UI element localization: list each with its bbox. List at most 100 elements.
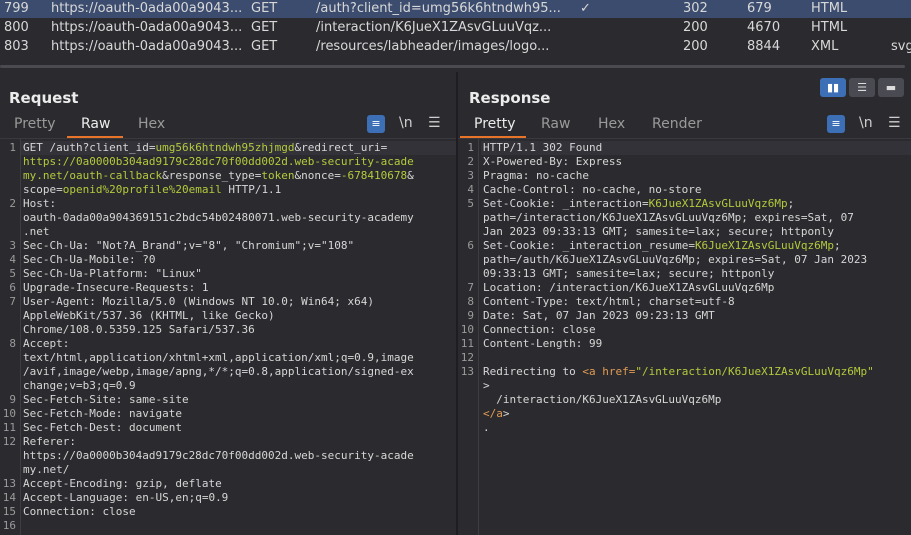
code-line: path=/interaction/K6JueX1ZAsvGLuuVqz6Mp;… [483, 211, 854, 225]
code-token: Set-Cookie: [483, 197, 563, 210]
tab-pretty[interactable]: Pretty [474, 116, 516, 132]
code-token: Sec-Fetch-Mode: [23, 407, 129, 420]
line-number: 2 [9, 197, 16, 210]
code-token: no-cache [535, 169, 589, 182]
row-host: https://oauth-0ada00a9043... [51, 1, 243, 16]
newline-toggle[interactable]: \n [399, 115, 413, 131]
code-token: Chrome/108.0.5359.125 Safari/537.36 [23, 323, 255, 336]
tab-render[interactable]: Render [652, 116, 702, 132]
line-number: 9 [467, 309, 474, 322]
code-token: Pragma: [483, 169, 536, 182]
code-token: /interaction/K6JueX1ZAsvGLuuVqz6Mp [549, 281, 775, 294]
code-token: Connection: [483, 323, 563, 336]
wrap-icon[interactable]: ≡ [827, 115, 845, 133]
code-token: en-US,en;q=0.9 [135, 491, 229, 504]
code-line: X-Powered-By: Express [483, 155, 622, 169]
line-number: 5 [9, 267, 16, 280]
code-line: .net [23, 225, 50, 239]
code-token: 09:33:13 GMT; samesite=lax; secure; http… [483, 267, 775, 280]
code-line: Accept: [23, 337, 69, 351]
newline-toggle[interactable]: \n [859, 115, 873, 131]
code-line: oauth-0ada00a904369151c2bdc54b02480071.w… [23, 211, 414, 225]
line-number: 11 [2, 421, 16, 434]
code-token: "/interaction/K6JueX1ZAsvGLuuVqz6Mp" [635, 365, 874, 378]
table-horizontal-scrollbar[interactable] [0, 63, 911, 70]
code-token: navigate [128, 407, 182, 420]
row-status: 200 [683, 20, 708, 35]
code-token: Cache-Control: [483, 183, 583, 196]
code-line: Set-Cookie: _interaction_resume=K6JueX1Z… [483, 239, 841, 253]
code-token: ; [787, 197, 795, 210]
tab-hex[interactable]: Hex [598, 116, 625, 132]
line-number: 16 [2, 519, 16, 532]
row-method: GET [251, 20, 278, 35]
request-editor[interactable]: 1 GET /auth?client_id=umg56k6htndwh95zhjm… [0, 139, 456, 535]
code-line: AppleWebKit/537.36 (KHTML, like Gecko) [23, 309, 275, 323]
code-token: href= [602, 365, 636, 378]
line-number: 4 [9, 253, 16, 266]
code-line: text/html,application/xhtml+xml,applicat… [23, 351, 414, 365]
table-row[interactable]: 799 https://oauth-0ada00a9043... GET /au… [0, 0, 911, 18]
code-line: Referer: [23, 435, 76, 449]
row-extension: svg [891, 39, 911, 54]
menu-icon[interactable]: ☰ [888, 115, 901, 131]
code-line: Accept-Language: en-US,en;q=0.9 [23, 491, 228, 505]
request-pane: Request Pretty Raw Hex ≡ \n ☰ 1 GET /auth… [0, 72, 456, 535]
code-token: ?0 [142, 253, 156, 266]
code-token: ; [834, 239, 841, 252]
row-status: 200 [683, 39, 708, 54]
code-line: Sec-Fetch-Dest: document [23, 421, 182, 435]
line-number: 8 [9, 337, 16, 350]
code-line: my.net/oauth-callback&response_type=toke… [23, 169, 414, 183]
code-line: Sec-Fetch-Site: same-site [23, 393, 189, 407]
code-line: Date: Sat, 07 Jan 2023 09:23:13 GMT [483, 309, 715, 323]
code-token: .net [23, 225, 50, 238]
code-line: 09:33:13 GMT; samesite=lax; secure; http… [483, 267, 774, 281]
code-token: Accept-Encoding: [23, 477, 136, 490]
code-line: Connection: close [483, 323, 596, 337]
tab-raw[interactable]: Raw [81, 116, 110, 132]
table-row[interactable]: 803 https://oauth-0ada00a9043... GET /re… [0, 38, 911, 56]
code-token: . [483, 421, 490, 434]
row-length: 8844 [747, 39, 781, 54]
table-row[interactable]: 800 https://oauth-0ada00a9043... GET /in… [0, 19, 911, 37]
code-token: </a [483, 407, 503, 420]
code-token: close [562, 323, 596, 336]
code-line: /avif,image/webp,image/apng,*/*;q=0.8,ap… [23, 365, 414, 379]
line-number: 8 [467, 295, 474, 308]
row-number: 803 [4, 39, 29, 54]
code-token: Content-Length: [483, 337, 589, 350]
code-token: my.net/ [23, 463, 70, 476]
code-token: K6JueX1ZAsvGLuuVqz6Mp [694, 239, 835, 252]
code-token: https://0a0000b304ad9179c28dc70f00dd002d… [23, 449, 414, 462]
split-horizontal-icon[interactable]: ☰ [849, 78, 875, 97]
code-token: 1 [201, 281, 209, 294]
tab-raw[interactable]: Raw [541, 116, 570, 132]
code-token: Date: [483, 309, 523, 322]
code-line: Content-Length: 99 [483, 337, 602, 351]
code-token: Accept: [23, 337, 70, 350]
code-line: Chrome/108.0.5359.125 Safari/537.36 [23, 323, 255, 337]
row-url: /resources/labheader/images/logo... [316, 39, 550, 54]
row-mime: HTML [811, 20, 848, 35]
tab-pretty[interactable]: Pretty [14, 116, 56, 132]
code-token: _interaction= [562, 197, 649, 210]
tab-hex[interactable]: Hex [138, 116, 165, 132]
menu-icon[interactable]: ☰ [428, 115, 441, 131]
single-pane-icon[interactable]: ▬ [878, 78, 904, 97]
line-number: 7 [9, 295, 16, 308]
response-editor[interactable]: 1 HTTP/1.1 302 Found 2 X-Powered-By: Expres… [458, 139, 911, 535]
code-line: GET /auth?client_id=umg56k6htndwh95zhjmg… [23, 141, 387, 155]
line-number: 14 [2, 491, 16, 504]
wrap-icon[interactable]: ≡ [367, 115, 385, 133]
row-host: https://oauth-0ada00a9043... [51, 20, 243, 35]
scrollbar-thumb[interactable] [0, 65, 905, 68]
code-line: scope=openid%20profile%20email HTTP/1.1 [23, 183, 281, 197]
code-line: Set-Cookie: _interaction=K6JueX1ZAsvGLuu… [483, 197, 794, 211]
code-token: "Not?A_Brand";v="8", "Chromium";v="108" [95, 239, 355, 252]
code-line: path=/auth/K6JueX1ZAsvGLuuVqz6Mp; expire… [483, 253, 867, 267]
split-vertical-icon[interactable]: ▮▮ [820, 78, 846, 97]
code-token: Redirecting to [483, 365, 583, 378]
row-method: GET [251, 39, 278, 54]
code-token: close [102, 505, 136, 518]
